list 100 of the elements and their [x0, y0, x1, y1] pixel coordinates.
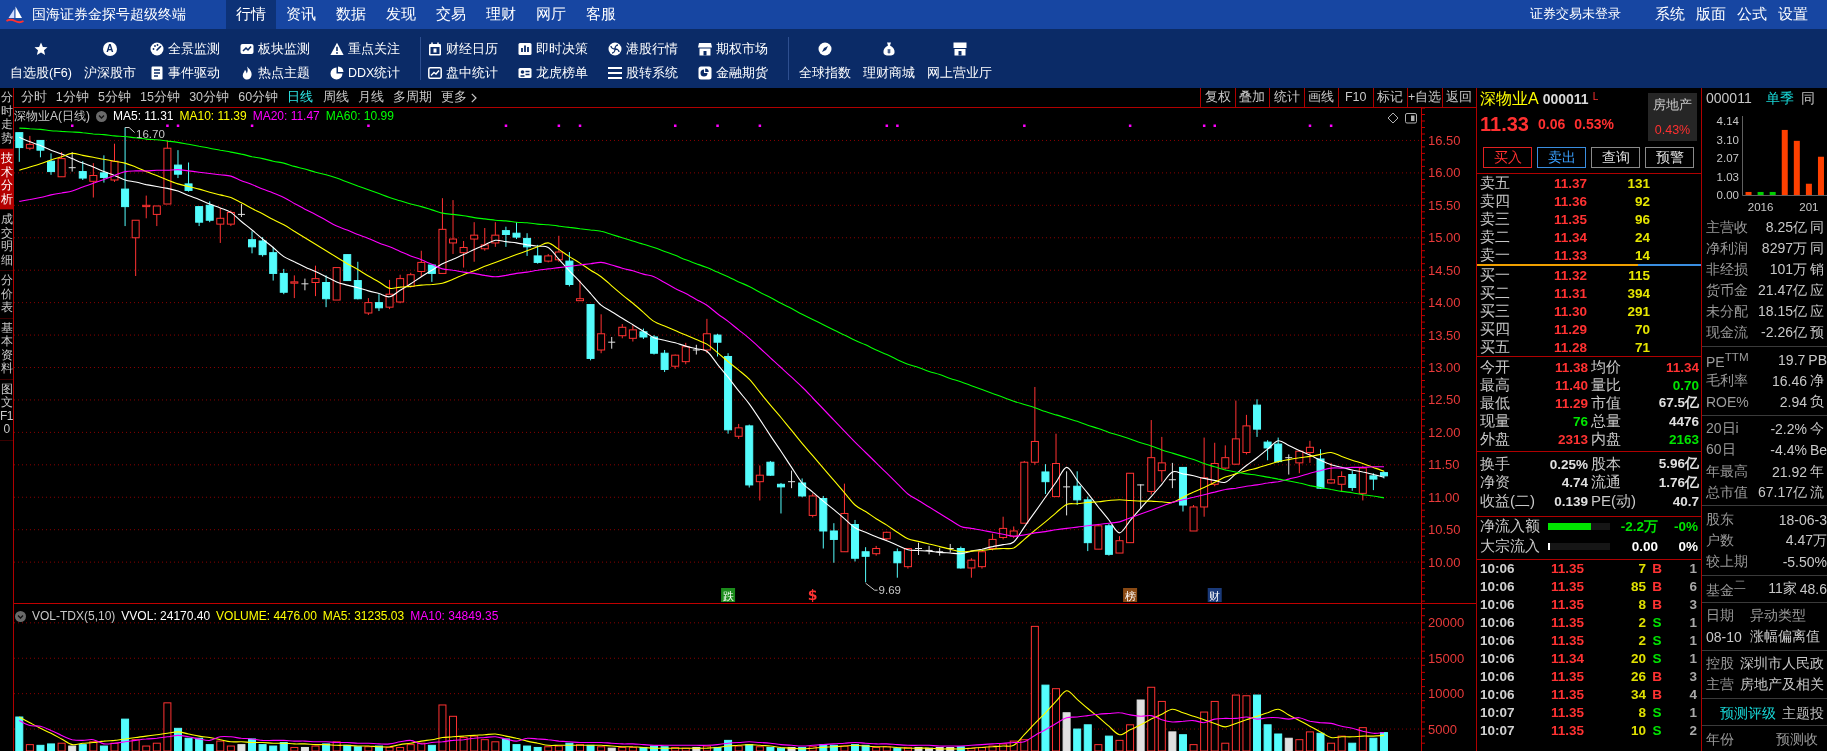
order-level-label: 卖五: [1480, 173, 1511, 193]
order-volume: 24: [1633, 229, 1650, 245]
tick-count: 4: [1688, 687, 1697, 702]
metric-label: 较上期: [1706, 552, 1748, 571]
metric-value: -2.2%: [1769, 421, 1807, 438]
price-axis-label: 14.00: [1428, 295, 1461, 311]
metric-extra: 今: [1809, 420, 1825, 439]
stat-label: 现量: [1480, 411, 1510, 431]
app-title: 国海证券金探号超级终端: [32, 5, 186, 24]
metric-extra: 预: [1809, 324, 1825, 342]
order-volume: 96: [1633, 211, 1650, 227]
flow-label: 大宗流入: [1480, 537, 1541, 556]
metric-label: 基金$^{二}$: [1706, 578, 1747, 600]
metric-extra: 净: [1809, 372, 1825, 391]
stat-label: 最高: [1480, 375, 1510, 395]
metric-label: 户数: [1706, 531, 1735, 550]
metric-extra: 应: [1809, 281, 1825, 300]
order-price: 11.35: [1552, 211, 1587, 227]
metric-value: -2.26亿: [1760, 324, 1807, 342]
metric-label: PE$^{TTM}$: [1706, 350, 1749, 370]
table-cell-text: 08-10: [1706, 629, 1743, 646]
metric-extra: 流: [1809, 483, 1825, 502]
login-status: 证券交易未登录: [1530, 6, 1621, 23]
table-cell: 预测收: [1776, 730, 1818, 749]
metric-label: 股东: [1706, 510, 1735, 529]
indicator-value: MA10: 11.39: [179, 110, 247, 123]
metric-label: 20日i: [1706, 420, 1740, 439]
stat-value: 0.139: [1553, 493, 1588, 509]
tick-volume: 34: [1629, 687, 1646, 702]
tick-count: 6: [1688, 579, 1697, 594]
metric-value: 8297万: [1760, 239, 1807, 258]
table-cell: 涨幅偏离值: [1750, 628, 1820, 647]
indicator-value: VOLUME: 4476.00: [216, 610, 317, 623]
metric-extra: 同: [1809, 218, 1825, 237]
tick-time: 10:06: [1480, 579, 1516, 594]
stat-value: 2313: [1556, 431, 1588, 447]
tick-time: 10:06: [1480, 633, 1516, 648]
metric-value: 18.15亿: [1756, 302, 1807, 321]
order-volume: 115: [1627, 267, 1650, 283]
price-axis-label: 11.00: [1428, 489, 1460, 505]
tick-side: S: [1651, 633, 1663, 648]
order-volume: 70: [1633, 321, 1650, 337]
tick-volume: 85: [1629, 579, 1646, 594]
stock-code: 000011: [1542, 91, 1589, 107]
tick-side: S: [1651, 705, 1663, 720]
axis-label: 2016: [1747, 201, 1774, 213]
tick-price: 11.35: [1549, 723, 1584, 738]
price-change: 0.06: [1537, 116, 1566, 132]
metric-value: -4.4%: [1769, 442, 1807, 459]
stat-value: 4476: [1667, 413, 1699, 429]
stat-value: 2163: [1667, 431, 1699, 447]
order-level-label: 卖四: [1480, 191, 1511, 211]
flow-amount: -2.2万: [1619, 517, 1658, 536]
indicator-value: MA20: 11.47: [252, 110, 320, 123]
price-axis-label: 16.00: [1428, 165, 1461, 181]
metric-value: 4.47万: [1784, 531, 1827, 550]
stat-label: 均价: [1591, 357, 1621, 377]
tick-time: 10:06: [1480, 651, 1516, 666]
volume-axis-label: 20000: [1428, 615, 1465, 631]
listing-label: L: [1592, 91, 1599, 102]
tick-time: 10:07: [1480, 723, 1516, 738]
order-volume: 394: [1626, 285, 1650, 301]
price-axis-label: 12.00: [1428, 424, 1461, 440]
metric-label: 净利润: [1706, 239, 1748, 258]
last-price: 11.33: [1480, 112, 1529, 136]
tick-side: B: [1651, 687, 1663, 702]
tick-count: 1: [1688, 633, 1697, 648]
metric-extra: 同: [1809, 239, 1825, 258]
tick-price: 11.35: [1549, 561, 1584, 576]
tick-side: B: [1651, 669, 1663, 684]
metric-extra: Be: [1808, 442, 1827, 459]
tick-count: 3: [1688, 597, 1697, 612]
order-level-label: 买四: [1480, 319, 1511, 339]
order-price: 11.33: [1552, 247, 1587, 263]
stat-value: 76: [1571, 413, 1588, 429]
order-volume: 92: [1633, 193, 1650, 209]
tick-count: 1: [1688, 561, 1697, 576]
table-cell-text: 年份: [1706, 730, 1735, 749]
stat-label: 流通: [1591, 473, 1621, 493]
tick-side: B: [1651, 561, 1663, 576]
axis-label: 4.14: [1716, 115, 1739, 127]
stat-label: 最低: [1480, 393, 1510, 413]
stat-label: 总量: [1591, 411, 1621, 431]
tick-side: B: [1651, 579, 1663, 594]
tick-count: 2: [1688, 723, 1697, 738]
axis-label: 2.07: [1716, 152, 1739, 164]
price-axis-label: 13.50: [1428, 327, 1461, 343]
metric-label: ROE%: [1706, 394, 1749, 411]
stat-label: PE(动): [1591, 491, 1636, 511]
tick-price: 11.34: [1549, 651, 1584, 666]
tick-price: 11.35: [1549, 633, 1584, 648]
metric-label: 现金流: [1706, 324, 1748, 342]
order-volume: 291: [1626, 303, 1650, 319]
price-axis-label: 10.50: [1428, 522, 1461, 538]
percent-change: 0.53%: [1574, 116, 1614, 132]
tick-time: 10:06: [1480, 561, 1516, 576]
axis-label: 3.10: [1716, 133, 1739, 146]
tick-time: 10:06: [1480, 687, 1516, 702]
metric-value: 8.25亿: [1764, 218, 1807, 237]
stat-label: 外盘: [1480, 429, 1510, 449]
